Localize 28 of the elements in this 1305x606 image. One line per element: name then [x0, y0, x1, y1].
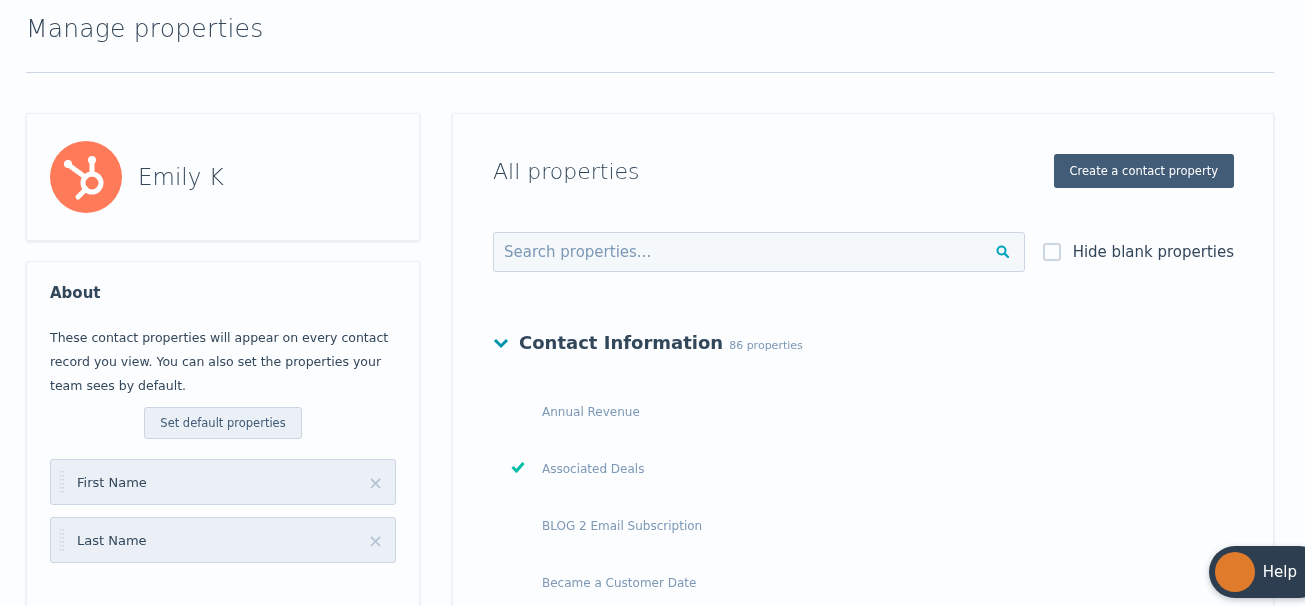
set-default-button[interactable]: Set default properties [144, 407, 302, 439]
logo-icon [50, 141, 122, 213]
create-property-button[interactable]: Create a contact property [1053, 154, 1234, 188]
checkbox[interactable] [1042, 243, 1061, 261]
help-button[interactable]: Help [1208, 546, 1305, 598]
property-count: 86 properties [729, 339, 803, 352]
search-icon[interactable] [995, 245, 1009, 258]
field-label: Last Name [77, 532, 148, 548]
group-name: Contact Information [519, 332, 724, 353]
chevron-icon[interactable] [493, 337, 509, 349]
checkmark-icon[interactable] [511, 460, 525, 473]
about-heading: About [50, 284, 102, 302]
contact-name: Emily K [138, 164, 224, 190]
field-label: First Name [77, 474, 148, 490]
property-name[interactable]: Annual Revenue [542, 404, 640, 419]
property-field[interactable]: Last Name × [50, 517, 396, 563]
property-field[interactable]: First Name × [50, 459, 396, 505]
remove-button[interactable]: × [367, 471, 383, 493]
panel-title: All properties [493, 158, 640, 184]
page-title: Manage properties [26, 13, 265, 45]
checkbox-label: Hide blank properties [1072, 243, 1234, 261]
property-name[interactable]: Became a Customer Date [542, 575, 697, 590]
about-description: These contact properties will appear on every contact record you view. You can also set the properties your team sees by default. [50, 329, 390, 395]
search-field[interactable]: Search properties... [493, 232, 1025, 272]
remove-button[interactable]: × [367, 529, 383, 551]
avatar [1214, 552, 1255, 592]
property-name[interactable]: BLOG 2 Email Subscription [542, 518, 703, 533]
property-name[interactable]: Associated Deals [542, 461, 645, 476]
